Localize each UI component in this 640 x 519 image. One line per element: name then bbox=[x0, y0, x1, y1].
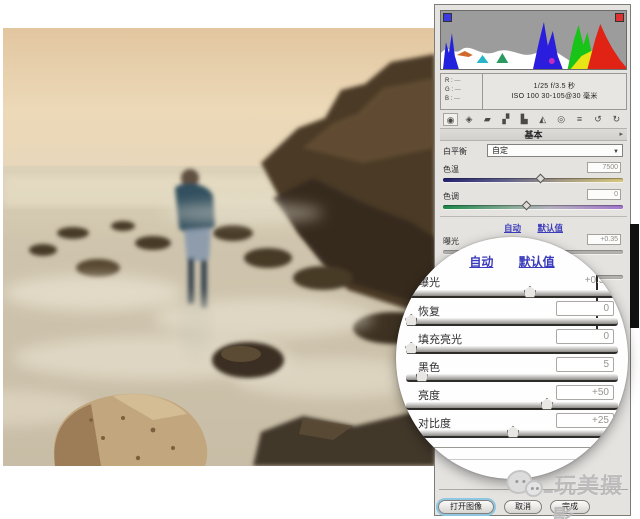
loupe-brightness-slider-thumb[interactable] bbox=[540, 398, 553, 410]
tint-value[interactable]: 0 bbox=[587, 189, 621, 200]
tab-lens-correction-icon[interactable]: ◭ bbox=[535, 113, 550, 126]
histogram bbox=[440, 10, 627, 70]
loupe-default-link[interactable]: 默认值 bbox=[519, 255, 555, 269]
panel-flyout-icon[interactable]: ▸ bbox=[619, 129, 623, 141]
temperature-label: 色温 bbox=[443, 165, 459, 174]
tab-hsl-icon[interactable]: ▞ bbox=[498, 113, 513, 126]
temperature-slider-thumb[interactable] bbox=[535, 173, 546, 184]
photo-canvas bbox=[3, 28, 435, 466]
loupe-brightness-slider[interactable] bbox=[406, 398, 618, 410]
highlight-clipping-indicator[interactable] bbox=[615, 13, 624, 22]
watermark-text: 玩美摄影 bbox=[550, 473, 624, 519]
open-image-button[interactable]: 打开图像 bbox=[438, 500, 494, 514]
loupe-recovery-slider-thumb[interactable] bbox=[405, 314, 418, 326]
tab-presets-icon[interactable]: ≡ bbox=[572, 113, 587, 126]
loupe-contrast-value[interactable]: +25 bbox=[556, 413, 614, 428]
loupe-contrast-slider[interactable] bbox=[406, 426, 618, 438]
histogram-plot bbox=[441, 11, 626, 69]
tab-detail-icon[interactable]: ▰ bbox=[480, 113, 495, 126]
tab-split-toning-icon[interactable]: ▙ bbox=[517, 113, 532, 126]
tab-basic-icon[interactable]: ◉ bbox=[443, 113, 458, 126]
white-balance-select[interactable]: 自定 ▼ bbox=[487, 144, 623, 157]
loupe-contrast-label: 对比度 bbox=[418, 418, 451, 430]
tab-camera-calibration-icon[interactable]: ◎ bbox=[554, 113, 569, 126]
wechat-icon-small-bubble bbox=[524, 480, 544, 497]
image-info-box: R : — G : — B : — 1/25 f/3.5 秒 ISO 100 3… bbox=[440, 73, 627, 110]
auto-link[interactable]: 自动 bbox=[504, 223, 521, 233]
white-balance-label: 白平衡 bbox=[443, 147, 467, 156]
loupe-exposure-slider-thumb[interactable] bbox=[523, 286, 536, 298]
exif-readout: 1/25 f/3.5 秒 ISO 100 30-105@30 毫米 bbox=[483, 74, 626, 109]
chevron-down-icon: ▼ bbox=[613, 149, 619, 155]
shadow-clipping-indicator[interactable] bbox=[443, 13, 452, 22]
tint-label: 色调 bbox=[443, 192, 459, 201]
loupe-exposure-label: 曝光 bbox=[418, 277, 440, 289]
temperature-value[interactable]: 7500 bbox=[587, 162, 621, 173]
loupe-recovery-slider[interactable] bbox=[405, 314, 618, 326]
loupe-auto-link[interactable]: 自动 bbox=[469, 255, 493, 269]
loupe-recovery-label: 恢复 bbox=[418, 306, 440, 318]
loupe-separator-2 bbox=[424, 459, 600, 460]
edge-shadow-artifact bbox=[630, 224, 639, 328]
loupe-recovery-value[interactable]: 0 bbox=[556, 301, 614, 316]
loupe-fill-light-slider-thumb[interactable] bbox=[405, 342, 418, 354]
tint-slider[interactable] bbox=[443, 200, 623, 211]
loupe-contrast-slider-thumb[interactable] bbox=[507, 426, 519, 438]
loupe-brightness-label: 亮度 bbox=[418, 390, 440, 402]
loupe-blacks-slider[interactable] bbox=[406, 370, 618, 382]
panel-title: 基本 ▸ bbox=[440, 128, 627, 141]
tint-slider-thumb[interactable] bbox=[521, 200, 532, 211]
exif-line-1: 1/25 f/3.5 秒 bbox=[533, 82, 576, 90]
loupe-blacks-value[interactable]: 5 bbox=[556, 357, 614, 372]
loupe-separator bbox=[424, 447, 600, 448]
loupe-exposure-slider[interactable] bbox=[406, 286, 618, 298]
divider bbox=[440, 216, 627, 217]
loupe-auto-default-links: 自动 默认值 bbox=[396, 253, 628, 270]
tab-tone-curve-icon[interactable]: ◈ bbox=[461, 113, 476, 126]
loupe-exposure-value[interactable]: +0.35 bbox=[556, 274, 614, 289]
rgb-readout: R : — G : — B : — bbox=[441, 74, 483, 109]
loupe-fill-light-value[interactable]: 0 bbox=[556, 329, 614, 344]
temperature-slider[interactable] bbox=[443, 173, 623, 184]
exif-line-2: ISO 100 30-105@30 毫米 bbox=[511, 92, 598, 100]
exposure-value[interactable]: +0.35 bbox=[587, 234, 621, 245]
beach-photo bbox=[3, 28, 435, 466]
screenshot-root: R : — G : — B : — 1/25 f/3.5 秒 ISO 100 3… bbox=[0, 0, 640, 519]
watermark: 玩美摄影 bbox=[505, 466, 640, 519]
loupe-fill-light-label: 填充亮光 bbox=[418, 334, 462, 346]
exposure-label: 曝光 bbox=[443, 237, 459, 246]
auto-default-links: 自动 默认值 bbox=[440, 222, 627, 234]
loupe-fill-light-slider[interactable] bbox=[405, 342, 618, 354]
tab-rotate-left-icon[interactable]: ↺ bbox=[591, 113, 606, 126]
panel-tab-strip: ◉ ◈ ▰ ▞ ▙ ◭ ◎ ≡ ↺ ↻ bbox=[440, 112, 627, 127]
tab-rotate-right-icon[interactable]: ↻ bbox=[609, 113, 624, 126]
watermark-dash bbox=[543, 490, 553, 493]
default-link[interactable]: 默认值 bbox=[537, 223, 563, 233]
loupe-brightness-value[interactable]: +50 bbox=[556, 385, 614, 400]
magnifier-inset: 自动 默认值 曝光 +0.35 恢复 0 填充亮光 0 黑色 5 亮度 +50 bbox=[396, 237, 628, 479]
